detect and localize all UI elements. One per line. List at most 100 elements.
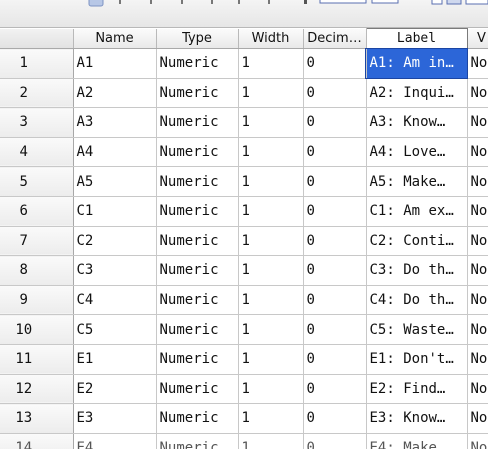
cell-name[interactable]: A4 [73,137,157,168]
toolbar-icon[interactable] [238,0,240,4]
toolbar-icon[interactable] [304,0,307,4]
cell-decimals[interactable]: 0 [303,107,367,138]
cell-values[interactable]: No [467,344,488,375]
cell-label[interactable]: C1: Am ex… [366,196,468,227]
toolbar-icon[interactable] [319,0,367,4]
cell-decimals[interactable]: 0 [303,403,367,434]
toolbar-icon[interactable] [371,0,399,4]
cell-values[interactable]: No [467,403,488,434]
column-header-type[interactable]: Type [156,28,239,49]
row-number[interactable]: 5 [0,166,74,197]
cell-name[interactable]: C3 [73,255,157,286]
cell-width[interactable]: 1 [238,344,304,375]
cell-name[interactable]: A1 [73,48,157,79]
cell-decimals[interactable]: 0 [303,314,367,345]
row-number[interactable]: 3 [0,107,74,138]
column-header-width[interactable]: Width [238,28,304,49]
cell-type[interactable]: Numeric [156,107,239,138]
cell-values[interactable]: No [467,78,488,109]
cell-values[interactable]: No [467,433,488,449]
column-header-decimals[interactable]: Decim… [303,28,367,49]
cell-label[interactable]: C2: Conti… [366,226,468,257]
cell-label[interactable]: A3: Know… [366,107,468,138]
cell-values[interactable]: No [467,285,488,316]
cell-type[interactable]: Numeric [156,255,239,286]
cell-name[interactable]: C5 [73,314,157,345]
cell-decimals[interactable]: 0 [303,433,367,449]
row-number[interactable]: 11 [0,344,74,375]
cell-values[interactable]: No [467,314,488,345]
cell-values[interactable]: No [467,166,488,197]
cell-width[interactable]: 1 [238,285,304,316]
cell-width[interactable]: 1 [238,137,304,168]
toolbar-icon[interactable] [268,0,270,4]
row-number[interactable]: 1 [0,48,74,79]
cell-width[interactable]: 1 [238,107,304,138]
row-number[interactable]: 7 [0,226,74,257]
row-number[interactable]: 6 [0,196,74,227]
toolbar-icon[interactable] [431,0,443,5]
row-number[interactable]: 14 [0,433,74,449]
cell-values[interactable]: No [467,107,488,138]
cell-type[interactable]: Numeric [156,48,239,79]
cell-width[interactable]: 1 [238,196,304,227]
cell-type[interactable]: Numeric [156,196,239,227]
cell-name[interactable]: C1 [73,196,157,227]
cell-name[interactable]: C4 [73,285,157,316]
cell-type[interactable]: Numeric [156,374,239,405]
cell-type[interactable]: Numeric [156,226,239,257]
cell-name[interactable]: E3 [73,403,157,434]
cell-width[interactable]: 1 [238,314,304,345]
toolbar-icon[interactable] [446,0,462,5]
cell-decimals[interactable]: 0 [303,166,367,197]
cell-decimals[interactable]: 0 [303,196,367,227]
cell-width[interactable]: 1 [238,374,304,405]
cell-width[interactable]: 1 [238,78,304,109]
cell-name[interactable]: E2 [73,374,157,405]
cell-label[interactable]: C3: Do th… [366,255,468,286]
cell-label[interactable]: C5: Waste… [366,314,468,345]
cell-values[interactable]: No [467,374,488,405]
cell-label[interactable]: E1: Don't… [366,344,468,375]
cell-label[interactable]: A2: Inqui… [366,78,468,109]
row-number[interactable]: 2 [0,78,74,109]
cell-type[interactable]: Numeric [156,78,239,109]
cell-width[interactable]: 1 [238,48,304,79]
toolbar-icon[interactable] [88,0,104,7]
cell-label[interactable]: C4: Do th… [366,285,468,316]
cell-decimals[interactable]: 0 [303,226,367,257]
cell-decimals[interactable]: 0 [303,137,367,168]
cell-label[interactable]: E2: Find… [366,374,468,405]
cell-values[interactable]: No [467,196,488,227]
toolbar-icon[interactable] [211,0,213,4]
row-number[interactable]: 10 [0,314,74,345]
toolbar-icon[interactable] [181,0,183,4]
column-header-label[interactable]: Label [365,28,468,49]
toolbar-icon[interactable] [119,0,121,4]
cell-label-selected[interactable]: A1: Am in… [365,47,468,80]
cell-type[interactable]: Numeric [156,166,239,197]
cell-type[interactable]: Numeric [156,403,239,434]
cell-type[interactable]: Numeric [156,314,239,345]
cell-values[interactable]: No [467,137,488,168]
corner-cell[interactable] [0,28,74,49]
toolbar-icon[interactable] [465,0,488,5]
cell-type[interactable]: Numeric [156,285,239,316]
cell-decimals[interactable]: 0 [303,285,367,316]
cell-type[interactable]: Numeric [156,344,239,375]
cell-values[interactable]: No [467,255,488,286]
cell-name[interactable]: A5 [73,166,157,197]
cell-decimals[interactable]: 0 [303,374,367,405]
cell-type[interactable]: Numeric [156,137,239,168]
cell-name[interactable]: A2 [73,78,157,109]
cell-decimals[interactable]: 0 [303,78,367,109]
cell-decimals[interactable]: 0 [303,255,367,286]
cell-values[interactable]: No [467,48,488,79]
cell-values[interactable]: No [467,226,488,257]
column-header-name[interactable]: Name [73,28,157,49]
row-number[interactable]: 8 [0,255,74,286]
cell-name[interactable]: C2 [73,226,157,257]
cell-decimals[interactable]: 0 [303,344,367,375]
cell-name[interactable]: A3 [73,107,157,138]
column-header-values[interactable]: V [467,28,488,49]
